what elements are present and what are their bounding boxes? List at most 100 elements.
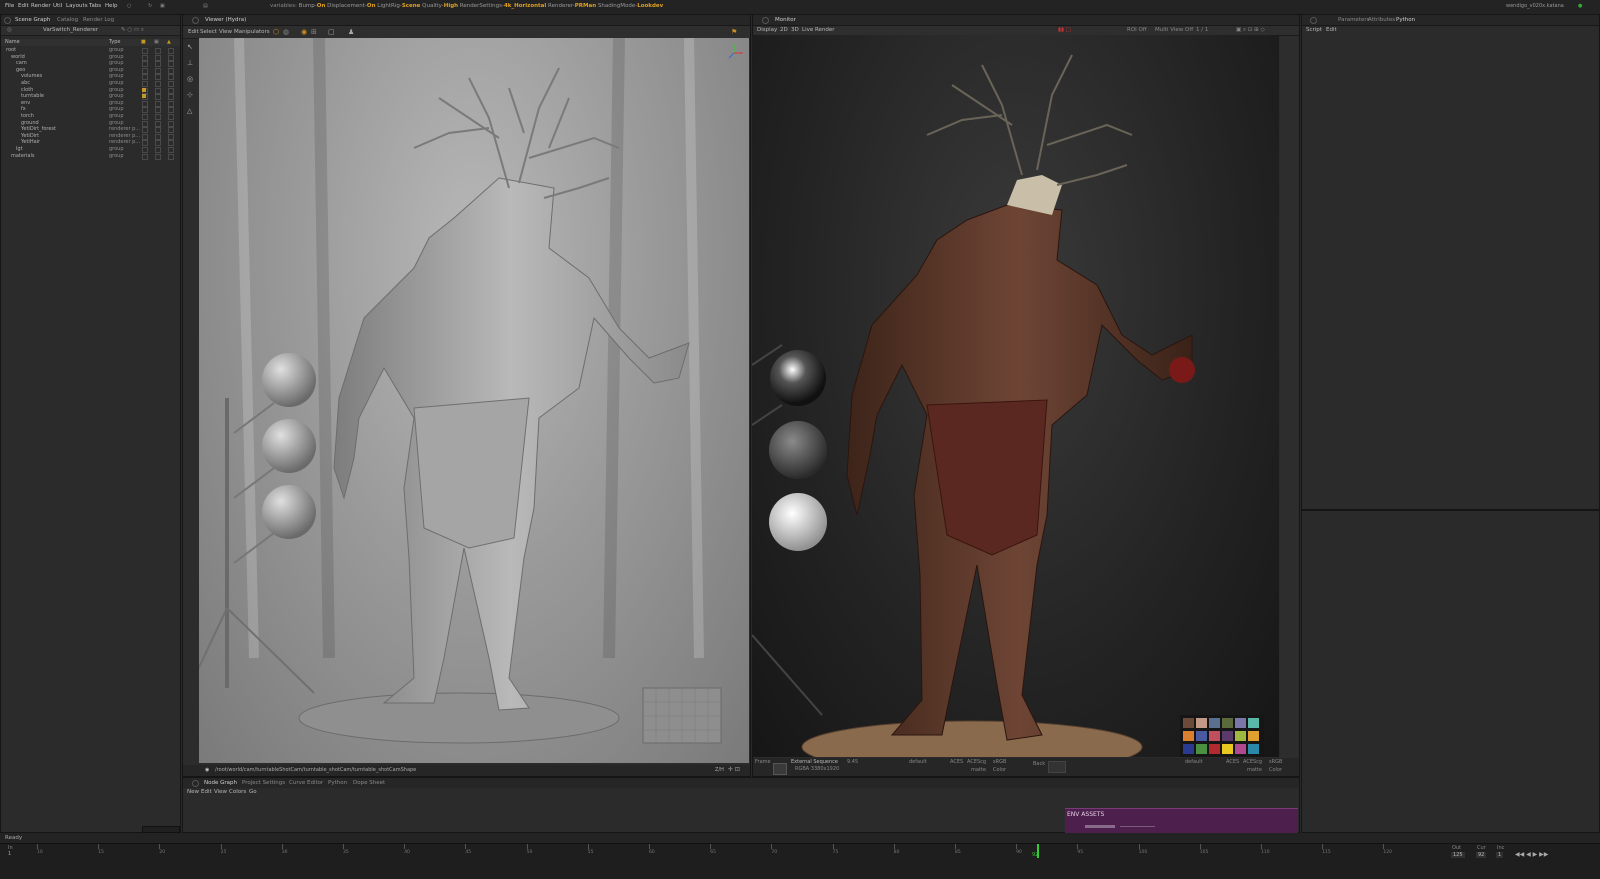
visibility-checkbox[interactable] — [168, 153, 174, 160]
center-icon[interactable]: ✛ ⊡ — [728, 766, 740, 773]
ng-menu-new[interactable]: New — [187, 789, 199, 795]
lock-checkbox[interactable] — [142, 153, 148, 160]
python-output-panel[interactable] — [1301, 510, 1600, 833]
record-icon[interactable]: ▮▮ □ — [1058, 27, 1071, 33]
scene-graph-row[interactable]: world group — [1, 54, 181, 61]
cur-field[interactable]: 92 — [1476, 852, 1487, 858]
tab-scene-graph[interactable]: Scene Graph — [15, 17, 50, 23]
grid-icon[interactable]: ⊞ — [311, 28, 317, 36]
scene-graph-row[interactable]: turntable group — [1, 93, 181, 101]
monitor-menu-live-render[interactable]: Live Render — [802, 27, 835, 33]
monitor-render-view[interactable] — [752, 35, 1279, 757]
menu-render[interactable]: Render — [31, 3, 51, 9]
viewer-menu-manipulators[interactable]: Manipulators — [234, 29, 270, 35]
scene-graph-row[interactable]: volumes group — [1, 73, 181, 81]
playback-controls-icon[interactable]: ◀◀ ◀ ▶ ▶▶ — [1515, 851, 1548, 858]
column-name[interactable]: Name — [5, 39, 20, 45]
select-tool-icon[interactable]: ↖ — [187, 43, 193, 51]
shading-icon[interactable]: ◉ — [301, 28, 307, 36]
viewer-menu-select[interactable]: Select — [200, 29, 217, 35]
translate-tool-icon[interactable]: ⊥ — [187, 59, 193, 67]
tab-viewer[interactable]: Viewer (Hydra) — [205, 17, 246, 23]
panel-close-icon[interactable] — [4, 17, 11, 24]
monitor-tools-icon[interactable]: ▣ ⌕ ⊡ ⊞ ◇ — [1236, 27, 1265, 34]
right-cs2-dropdown[interactable]: ACEScg — [1243, 759, 1262, 765]
cs2-dropdown[interactable]: ACEScg — [967, 759, 986, 765]
monitor-menu-display[interactable]: Display — [757, 27, 777, 33]
tab-python[interactable]: Python — [1396, 17, 1415, 23]
viewer-menu-edit[interactable]: Edit — [188, 29, 199, 35]
panel-close-icon[interactable] — [192, 780, 199, 787]
globe-icon[interactable]: ◍ — [283, 28, 289, 36]
panel-close-icon[interactable] — [1310, 17, 1317, 24]
right-cs3-dropdown[interactable]: sRGB — [1269, 759, 1282, 765]
out-field[interactable]: 125 — [1451, 852, 1465, 858]
menu-help[interactable]: Help — [105, 3, 118, 9]
refresh-icon[interactable]: ↻ — [148, 3, 152, 9]
inc-field[interactable]: 1 — [1496, 852, 1504, 858]
ng-menu-view[interactable]: View — [214, 789, 227, 795]
viewer-menu-view[interactable]: View — [219, 29, 232, 35]
scene-graph-row[interactable]: YetiDirt renderer p... — [1, 133, 181, 140]
render-icon[interactable]: ○ — [127, 3, 131, 9]
ng-menu-colors[interactable]: Colors — [229, 789, 246, 795]
scene-graph-row[interactable]: root group — [1, 47, 181, 54]
menu-tabs[interactable]: Tabs — [89, 3, 101, 9]
tab-python-bottom[interactable]: Python — [328, 780, 347, 786]
scene-graph-row[interactable]: lgt group — [1, 146, 181, 153]
timeline[interactable]: In 1 10 15 20 25 30 35 40 45 50 55 60 65 70 75 80 85 90 9… — [0, 843, 1600, 879]
aspect-label[interactable]: Z/H — [715, 767, 724, 773]
ng-menu-edit[interactable]: Edit — [201, 789, 212, 795]
scene-graph-row[interactable]: torch group — [1, 113, 181, 120]
timeline-ruler[interactable]: 10 15 20 25 30 35 40 45 50 55 60 65 70 75 80 85 90 95 100 1… — [0, 844, 1450, 879]
scene-graph-row[interactable]: env group — [1, 100, 181, 107]
roi-dropdown[interactable]: ROI Off — [1127, 27, 1147, 33]
page-indicator[interactable]: 1 / 1 — [1196, 27, 1208, 33]
scene-graph-row[interactable]: cloth group — [1, 87, 181, 94]
menu-util[interactable]: Util — [53, 3, 62, 9]
thumbnail[interactable] — [773, 763, 787, 775]
view-node-icon[interactable]: ◎ — [7, 27, 12, 33]
lock-icon[interactable] — [142, 87, 146, 92]
tab-catalog[interactable]: Catalog — [57, 17, 78, 23]
scene-graph-slider[interactable] — [142, 826, 180, 833]
lock-icon[interactable] — [142, 94, 146, 99]
scene-graph-row[interactable]: geo group — [1, 67, 181, 74]
scene-graph-row[interactable]: abc group — [1, 80, 181, 87]
panel-close-icon[interactable] — [762, 17, 769, 24]
renderer-node-name[interactable]: VarSwitch_Renderer — [43, 27, 98, 33]
viewer-viewport[interactable] — [199, 38, 749, 763]
right-lut-dropdown[interactable]: default — [1185, 759, 1203, 765]
menu-file[interactable]: File — [5, 3, 14, 9]
ng-menu-go[interactable]: Go — [249, 789, 257, 795]
tab-attributes[interactable]: Attributes — [1368, 17, 1395, 23]
matte-dropdown[interactable]: matte — [971, 767, 986, 773]
lock-icon[interactable]: ▣ — [160, 3, 165, 9]
gizmo-icon[interactable]: ⚑ — [731, 28, 737, 36]
color-dropdown[interactable]: Color — [993, 767, 1006, 773]
render-variables[interactable]: variables: Bump-On Displacement-On Light… — [270, 3, 663, 9]
monitor-menu-3d[interactable]: 3D — [791, 27, 799, 33]
cs3-dropdown[interactable]: sRGB — [993, 759, 1006, 765]
pin-icon[interactable]: ✎ ○ ▭ ⌕ — [121, 27, 144, 34]
shelf-icon[interactable]: ▤ — [203, 3, 208, 9]
scale-tool-icon[interactable]: ⊹ — [187, 91, 193, 99]
tab-node-graph[interactable]: Node Graph — [204, 780, 237, 786]
panel-close-icon[interactable] — [192, 17, 199, 24]
right-matte-dropdown[interactable]: matte — [1247, 767, 1262, 773]
back-swatch[interactable] — [1048, 761, 1066, 773]
backdrop-node[interactable] — [1085, 825, 1115, 828]
camera-visibility-icon[interactable]: ◉ — [205, 767, 209, 773]
menu-edit[interactable]: Edit — [18, 3, 29, 9]
camera-icon[interactable]: ⬡ — [273, 28, 279, 36]
left-lut-dropdown[interactable]: default — [909, 759, 927, 765]
scene-graph-row[interactable]: materials group — [1, 153, 181, 160]
light-icon[interactable]: ♟ — [348, 28, 354, 36]
tab-curve-editor[interactable]: Curve Editor — [289, 780, 323, 786]
right-color-dropdown[interactable]: Color — [1269, 767, 1282, 773]
camera-path[interactable]: /root/world/cam/turntableShotCam/turntab… — [215, 767, 416, 773]
scene-graph-row[interactable]: ground group — [1, 120, 181, 127]
menu-layouts[interactable]: Layouts — [66, 3, 88, 9]
multiview-dropdown[interactable]: Multi View Off — [1155, 27, 1193, 33]
python-menu-script[interactable]: Script — [1306, 27, 1322, 33]
